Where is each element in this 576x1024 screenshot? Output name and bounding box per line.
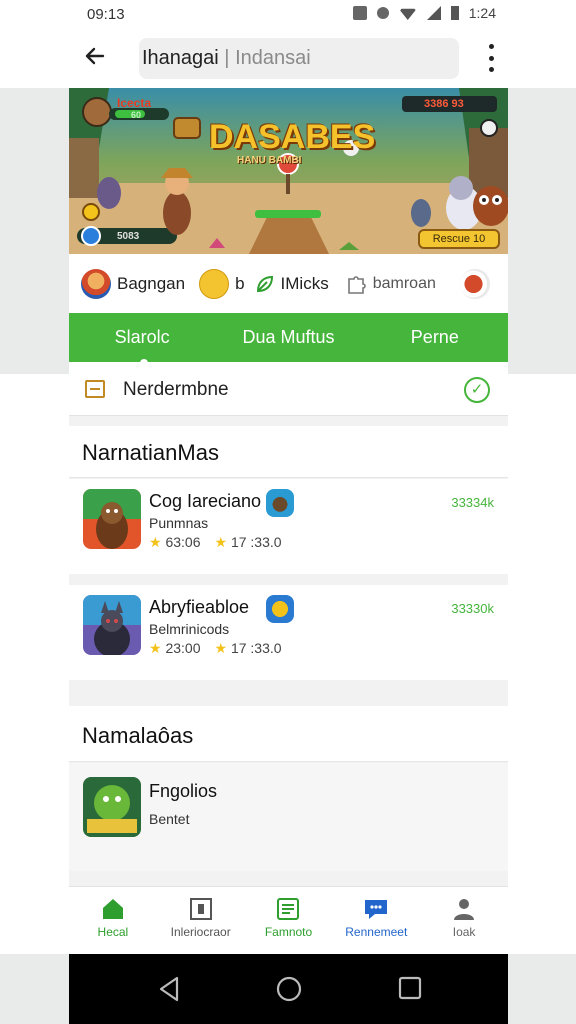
nav-famnoto[interactable]: Famnoto [245, 887, 333, 954]
tab-bar: Slarolc Dua Muftus Perne [69, 313, 508, 369]
battery-text: 1:24 [468, 5, 496, 21]
backdrop-bottom-left [0, 954, 69, 1024]
tab-perne[interactable]: Perne [362, 313, 508, 362]
backdrop-left [0, 88, 69, 374]
tab-slarolc[interactable]: Slarolc [69, 313, 215, 369]
bottom-navigation: Hecal Inleriocraor Famnoto Rennemeet Ioa… [69, 886, 508, 954]
filter-label: Nerdermbne [123, 379, 229, 400]
list-item[interactable]: Abryfieabloe Belmrinicods ★ 23:00 ★ 17 :… [69, 585, 508, 680]
category-bagngan[interactable]: Bagngan [81, 268, 186, 299]
promo-title: DASABES [209, 118, 376, 156]
back-arrow-icon[interactable] [81, 44, 109, 72]
star-icon: ★ [214, 640, 228, 656]
signal-icon [426, 6, 441, 20]
nav-rennemeet[interactable]: Rennemeet [332, 887, 420, 954]
backdrop-bottom-right [508, 954, 576, 1024]
filter-box-icon [85, 380, 105, 398]
rescue-button[interactable]: Rescue 10 [418, 229, 500, 249]
battery-icon [450, 6, 459, 20]
app-count: 33330k [451, 601, 494, 616]
list-icon [275, 897, 301, 921]
status-time: 09:13 [87, 6, 125, 23]
settings-icon [376, 7, 389, 19]
section-header: Namalaôas [69, 706, 508, 762]
search-hint: Indansai [235, 47, 311, 69]
app-icon [83, 777, 141, 837]
app-subtitle: Punmnas [149, 515, 209, 531]
recents-square-icon[interactable] [398, 976, 422, 1005]
notification-icon [352, 6, 367, 20]
fox-icon[interactable] [460, 268, 490, 299]
nav-label: Hecal [97, 925, 129, 939]
app-count: 33334k [451, 495, 494, 510]
app-name: Fngolios [149, 781, 218, 801]
hud-left-value: 60 [131, 110, 142, 120]
app-meta: ★ 63:06 ★ 17 :33.0 [149, 534, 282, 551]
puzzle-icon [345, 273, 367, 295]
category-label: Bagngan [117, 273, 186, 293]
app-rating: 23:00 [165, 640, 201, 656]
hud-left-label: Icecta [117, 96, 152, 110]
app-bar: Ihanagai | Indansai [69, 30, 508, 88]
star-icon: ★ [214, 534, 228, 550]
smiley-icon [199, 268, 230, 299]
phone-screen: 09:13 1:24 Ihanagai | Indansai DASABES H… [69, 0, 508, 1024]
app-subtitle: Bentet [149, 811, 190, 827]
document-icon [188, 897, 214, 921]
category-label: IMicks [280, 273, 329, 293]
nav-ioak[interactable]: Ioak [420, 887, 508, 954]
category-emoji[interactable]: b [199, 268, 245, 299]
list-item[interactable]: Fngolios Bentet [69, 763, 508, 871]
nav-label: Ioak [452, 925, 476, 939]
wifi-icon [398, 8, 417, 20]
game-badge-icon [266, 489, 294, 517]
home-circle-icon[interactable] [276, 976, 302, 1007]
category-imicks[interactable]: IMicks [255, 274, 329, 294]
category-bamroan[interactable]: bamroan [345, 273, 436, 295]
category-label: b [235, 273, 245, 293]
hud-right-label: 3386 93 [424, 98, 464, 110]
app-icon [83, 489, 141, 549]
checkmark-icon[interactable]: ✓ [464, 377, 490, 403]
leaf-icon [255, 274, 275, 294]
filter-row[interactable]: Nerdermbne ✓ [69, 362, 508, 416]
app-reviews: 17 :33.0 [230, 640, 282, 656]
nav-label: Rennemeet [345, 925, 408, 939]
game-avatar-icon [81, 268, 111, 299]
section-header: NarnatianMas [69, 426, 508, 478]
overflow-menu-icon[interactable] [486, 44, 496, 72]
game-badge-icon [266, 595, 294, 623]
nav-label: Famnoto [264, 925, 313, 939]
backdrop-right [508, 88, 576, 374]
star-icon: ★ [149, 534, 162, 550]
chat-icon [363, 897, 389, 921]
search-input[interactable]: Ihanagai | Indansai [139, 38, 459, 79]
section-title: Namalaôas [82, 723, 194, 748]
category-label: bamroan [372, 274, 436, 292]
back-triangle-icon[interactable] [157, 976, 181, 1007]
section-title: NarnatianMas [82, 440, 219, 465]
hud-bottom-value: 5083 [117, 231, 140, 242]
app-name: Cog Iareciano [149, 491, 262, 511]
system-navigation-bar [69, 954, 508, 1024]
list-item[interactable]: Cog Iareciano Punmnas ★ 63:06 ★ 17 :33.0… [69, 479, 508, 574]
tab-dua-muftus[interactable]: Dua Muftus [215, 313, 361, 362]
app-rating: 63:06 [165, 534, 201, 550]
nav-home[interactable]: Hecal [69, 887, 157, 954]
nav-interior[interactable]: Inleriocraor [157, 887, 245, 954]
app-subtitle: Belmrinicods [149, 621, 230, 637]
search-value: Ihanagai [142, 47, 219, 69]
home-icon [100, 897, 126, 921]
app-icon [83, 595, 141, 655]
app-reviews: 17 :33.0 [230, 534, 282, 550]
person-icon [451, 897, 477, 921]
nav-label: Inleriocraor [170, 925, 231, 939]
status-bar: 09:13 1:24 [69, 0, 508, 30]
star-icon: ★ [149, 640, 162, 656]
game-promo-banner[interactable]: DASABES HANU BAMBI Icecta 60 3386 93 508… [69, 88, 508, 254]
app-name: Abryfieabloe [149, 597, 250, 617]
promo-subtitle: HANU BAMBI [237, 155, 302, 166]
app-meta: ★ 23:00 ★ 17 :33.0 [149, 640, 282, 657]
category-strip: Bagngan b IMicks bamroan [69, 254, 508, 313]
